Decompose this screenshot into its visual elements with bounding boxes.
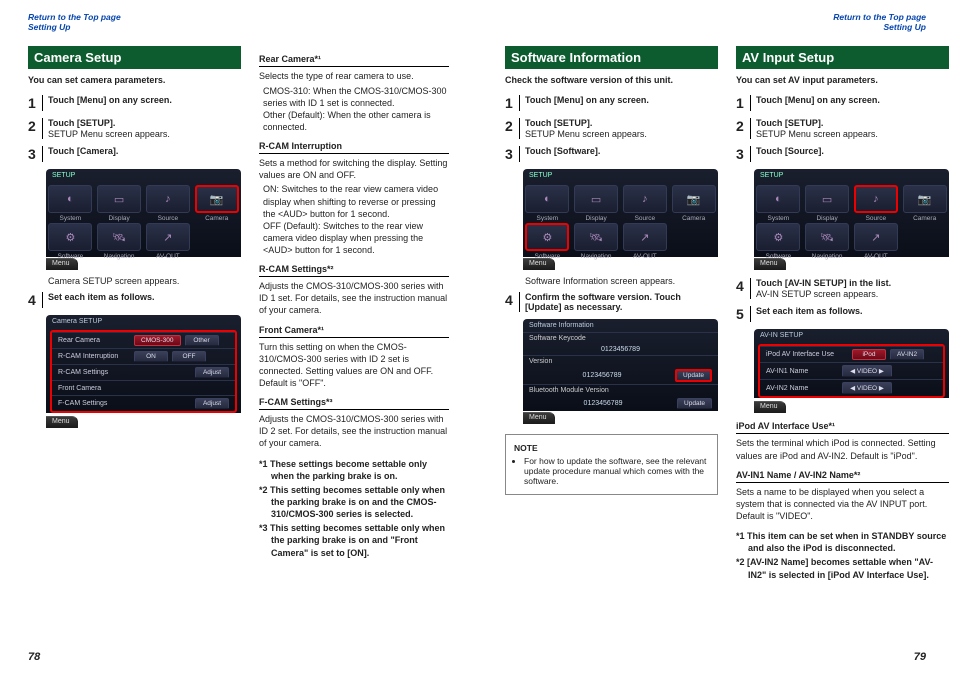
step-3: 3 Touch [Camera]. <box>28 146 241 162</box>
footnotes-av: *1 This item can be set when in STANDBY … <box>736 530 949 581</box>
setup-screen-camera: SETUP ◐System ▭Display ♪Source 📷Camera ⚙… <box>46 169 241 257</box>
btn-adjust[interactable]: Adjust <box>195 367 229 378</box>
icon-avout: ↗ <box>146 223 190 251</box>
heading-software: Software Information <box>505 46 718 69</box>
return-link[interactable]: Return to the Top page <box>28 12 449 22</box>
step-1: 1 Touch [Menu] on any screen. <box>28 95 241 111</box>
step-2: 2 Touch [SETUP]. SETUP Menu screen appea… <box>28 118 241 139</box>
icon-software: ⚙ <box>48 223 92 251</box>
col-camera-terms: Rear Camera*¹ Selects the type of rear c… <box>259 46 449 560</box>
icon-source[interactable]: ♪ <box>854 185 898 213</box>
software-info-screen: Software Information Software Keycode 01… <box>523 319 718 411</box>
col-av-input: AV Input Setup You can set AV input para… <box>736 46 949 582</box>
page-left: Return to the Top page Setting Up Camera… <box>0 0 477 677</box>
icon-software[interactable]: ⚙ <box>525 223 569 251</box>
btn-other[interactable]: Other <box>185 335 219 346</box>
setup-screen-software: SETUP ◐System ▭Display ♪Source 📷Camera ⚙… <box>523 169 718 257</box>
icon-display: ▭ <box>97 185 141 213</box>
intro-text: You can set camera parameters. <box>28 75 241 85</box>
icon-camera[interactable]: 📷 <box>195 185 239 213</box>
btn-adjust2[interactable]: Adjust <box>195 398 229 409</box>
return-link[interactable]: Return to the Top page <box>505 12 926 22</box>
col-camera-setup: Camera Setup You can set camera paramete… <box>28 46 241 560</box>
icon-source: ♪ <box>146 185 190 213</box>
section-link[interactable]: Setting Up <box>505 22 926 32</box>
menu-tab[interactable]: Menu <box>46 416 78 428</box>
page-number-right: 79 <box>914 651 926 663</box>
camera-setup-screen: Camera SETUP Rear Camera CMOS-300 Other … <box>46 315 241 413</box>
icon-system: ◐ <box>48 185 92 213</box>
update-button[interactable]: Update <box>677 398 712 409</box>
btn-on[interactable]: ON <box>134 351 168 362</box>
btn-cmos300[interactable]: CMOS-300 <box>134 335 181 346</box>
col-software-info: Software Information Check the software … <box>505 46 718 582</box>
heading-camera-setup: Camera Setup <box>28 46 241 69</box>
step-4: 4 Set each item as follows. <box>28 292 241 308</box>
heading-av-input: AV Input Setup <box>736 46 949 69</box>
btn-off[interactable]: OFF <box>172 351 206 362</box>
note-box: NOTE For how to update the software, see… <box>505 434 718 495</box>
footnotes: *1 These settings become settable only w… <box>259 458 449 559</box>
setup-screen-source: SETUP ◐System ▭Display ♪Source 📷Camera ⚙… <box>754 169 949 257</box>
after-text: Camera SETUP screen appears. <box>48 276 241 286</box>
icon-navigation: 🛰 <box>97 223 141 251</box>
page-number-left: 78 <box>28 651 40 663</box>
section-link[interactable]: Setting Up <box>28 22 449 32</box>
update-button[interactable]: Update <box>675 369 712 382</box>
btn-avin2[interactable]: AV-IN2 <box>890 349 924 360</box>
page-right: Return to the Top page Setting Up Softwa… <box>477 0 954 677</box>
term-header: Rear Camera*¹ <box>259 54 449 67</box>
av-in-setup-screen: AV-IN SETUP iPod AV Interface Use iPod A… <box>754 329 949 398</box>
btn-ipod[interactable]: iPod <box>852 349 886 360</box>
